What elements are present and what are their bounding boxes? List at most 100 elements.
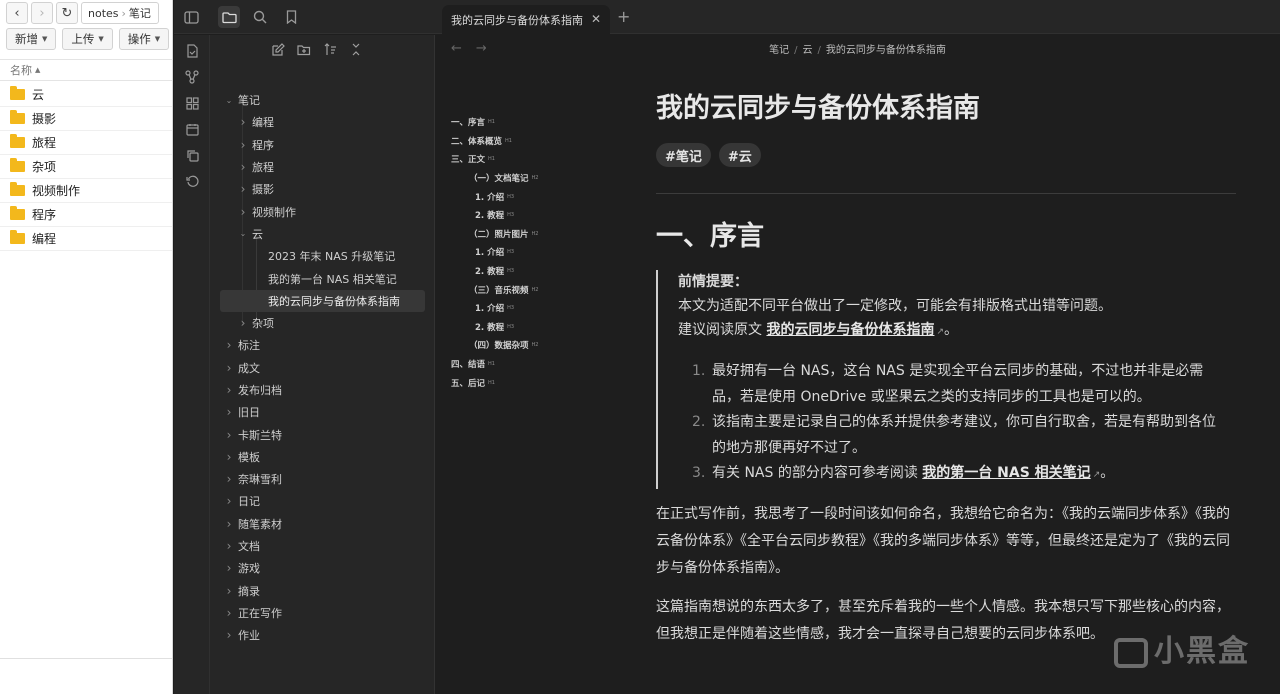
path-bar[interactable]: notes › 笔记: [81, 2, 159, 24]
toc-item[interactable]: 1. 介绍 H3: [451, 243, 591, 262]
folder-row[interactable]: 旅程: [0, 131, 172, 155]
folder-row[interactable]: 云: [0, 83, 172, 107]
toc-item[interactable]: 1. 介绍 H3: [451, 299, 591, 318]
tree-folder[interactable]: ⌄ 云: [210, 223, 434, 245]
tree-file[interactable]: 我的第一台 NAS 相关笔记: [210, 267, 434, 289]
toc-item[interactable]: （四）数据杂项 H2: [451, 336, 591, 355]
chevron-right-icon[interactable]: ›: [224, 584, 234, 598]
new-note-button[interactable]: [270, 41, 286, 57]
tree-folder[interactable]: › 程序: [210, 134, 434, 156]
tree-folder[interactable]: › 旅程: [210, 156, 434, 178]
tree-folder[interactable]: › 奈琳雪利: [210, 468, 434, 490]
folder-row[interactable]: 杂项: [0, 155, 172, 179]
upload-button[interactable]: 上传 ▼: [62, 28, 113, 50]
chevron-right-icon[interactable]: ›: [224, 338, 234, 352]
toc-item[interactable]: 2. 教程 H3: [451, 262, 591, 281]
chevron-down-icon[interactable]: ⌄: [224, 96, 234, 105]
breadcrumb-item[interactable]: 笔记: [769, 45, 789, 56]
chevron-right-icon[interactable]: ›: [224, 405, 234, 419]
ribbon-templates[interactable]: [182, 145, 202, 165]
chevron-right-icon[interactable]: ›: [224, 494, 234, 508]
tree-folder[interactable]: › 杂项: [210, 312, 434, 334]
breadcrumb-item[interactable]: 云: [803, 45, 813, 56]
chevron-right-icon[interactable]: ›: [224, 472, 234, 486]
toc-item[interactable]: 2. 教程 H3: [451, 318, 591, 337]
refresh-button[interactable]: ↻: [56, 2, 78, 24]
chevron-down-icon[interactable]: ⌄: [238, 229, 248, 238]
chevron-right-icon[interactable]: ›: [238, 316, 248, 330]
chevron-right-icon[interactable]: ›: [224, 628, 234, 642]
chevron-right-icon[interactable]: ›: [224, 606, 234, 620]
tree-folder[interactable]: › 文档: [210, 535, 434, 557]
nas-notes-link[interactable]: 我的第一台 NAS 相关笔记: [922, 465, 1090, 481]
tree-folder[interactable]: › 游戏: [210, 557, 434, 579]
chevron-right-icon[interactable]: ›: [238, 138, 248, 152]
tree-folder[interactable]: › 模板: [210, 446, 434, 468]
chevron-right-icon[interactable]: ›: [224, 383, 234, 397]
folder-row[interactable]: 编程: [0, 227, 172, 251]
chevron-right-icon[interactable]: ›: [238, 182, 248, 196]
ribbon-daily-note[interactable]: [182, 119, 202, 139]
toc-item[interactable]: 二、体系概览 H1: [451, 132, 591, 151]
forward-button[interactable]: ›: [31, 2, 53, 24]
new-folder-button[interactable]: [296, 41, 312, 57]
toc-item[interactable]: 一、序言 H1: [451, 113, 591, 132]
tree-folder[interactable]: › 作业: [210, 624, 434, 646]
actions-button[interactable]: 操作 ▼: [118, 28, 170, 50]
tree-folder[interactable]: › 随笔素材: [210, 513, 434, 535]
new-tab-button[interactable]: +: [617, 7, 630, 26]
tree-folder[interactable]: › 发布归档: [210, 379, 434, 401]
chevron-right-icon[interactable]: ›: [238, 205, 248, 219]
toggle-sidebar-button[interactable]: [180, 6, 202, 28]
toc-item[interactable]: 1. 介绍 H3: [451, 187, 591, 206]
chevron-right-icon[interactable]: ›: [238, 160, 248, 174]
ribbon-graph-view[interactable]: [182, 67, 202, 87]
tree-file[interactable]: 我的云同步与备份体系指南: [220, 289, 425, 312]
toc-item[interactable]: 五、后记 H1: [451, 373, 591, 392]
chevron-right-icon[interactable]: ›: [224, 517, 234, 531]
tree-folder[interactable]: › 日记: [210, 490, 434, 512]
tree-folder[interactable]: › 卡斯兰特: [210, 423, 434, 445]
note-title[interactable]: 我的云同步与备份体系指南: [656, 89, 1236, 129]
tree-folder[interactable]: › 正在写作: [210, 602, 434, 624]
ribbon-history[interactable]: [182, 171, 202, 191]
folder-row[interactable]: 视频制作: [0, 179, 172, 203]
files-view-button[interactable]: [218, 6, 240, 28]
tag[interactable]: #笔记: [656, 143, 711, 167]
toc-item[interactable]: 2. 教程 H3: [451, 206, 591, 225]
tree-folder[interactable]: › 视频制作: [210, 200, 434, 222]
chevron-right-icon[interactable]: ›: [224, 361, 234, 375]
close-icon[interactable]: ✕: [591, 12, 601, 26]
collapse-all-button[interactable]: [348, 41, 364, 57]
tree-folder[interactable]: › 编程: [210, 111, 434, 133]
breadcrumb-item[interactable]: 我的云同步与备份体系指南: [826, 45, 946, 56]
chevron-right-icon[interactable]: ›: [224, 428, 234, 442]
tree-folder[interactable]: › 摘录: [210, 580, 434, 602]
toc-item[interactable]: （三）音乐视频 H2: [451, 280, 591, 299]
folder-row[interactable]: 摄影: [0, 107, 172, 131]
original-article-link[interactable]: 我的云同步与备份体系指南: [766, 322, 934, 338]
toc-item[interactable]: （一）文档笔记 H2: [451, 169, 591, 188]
new-button[interactable]: 新增 ▼: [6, 28, 57, 50]
tree-folder[interactable]: › 摄影: [210, 178, 434, 200]
tree-folder[interactable]: ⌄ 笔记: [210, 89, 434, 111]
chevron-right-icon[interactable]: ›: [224, 561, 234, 575]
ribbon-canvas[interactable]: [182, 93, 202, 113]
path-current[interactable]: 笔记: [129, 5, 151, 21]
toc-item[interactable]: 四、结语 H1: [451, 355, 591, 374]
toc-item[interactable]: （二）照片图片 H2: [451, 225, 591, 244]
tab-active-note[interactable]: 我的云同步与备份体系指南 ✕: [442, 5, 610, 34]
tag[interactable]: #云: [718, 143, 761, 167]
ribbon-open-quick-switcher[interactable]: [182, 41, 202, 61]
bookmarks-view-button[interactable]: [280, 6, 302, 28]
column-header-name[interactable]: 名称 ▲: [0, 59, 172, 81]
tree-folder[interactable]: › 成文: [210, 357, 434, 379]
tree-file[interactable]: 2023 年末 NAS 升级笔记: [210, 245, 434, 267]
tree-folder[interactable]: › 旧日: [210, 401, 434, 423]
chevron-right-icon[interactable]: ›: [224, 539, 234, 553]
folder-row[interactable]: 程序: [0, 203, 172, 227]
chevron-right-icon[interactable]: ›: [224, 450, 234, 464]
back-button[interactable]: ‹: [6, 2, 28, 24]
tree-folder[interactable]: › 标注: [210, 334, 434, 356]
sort-button[interactable]: [322, 41, 338, 57]
